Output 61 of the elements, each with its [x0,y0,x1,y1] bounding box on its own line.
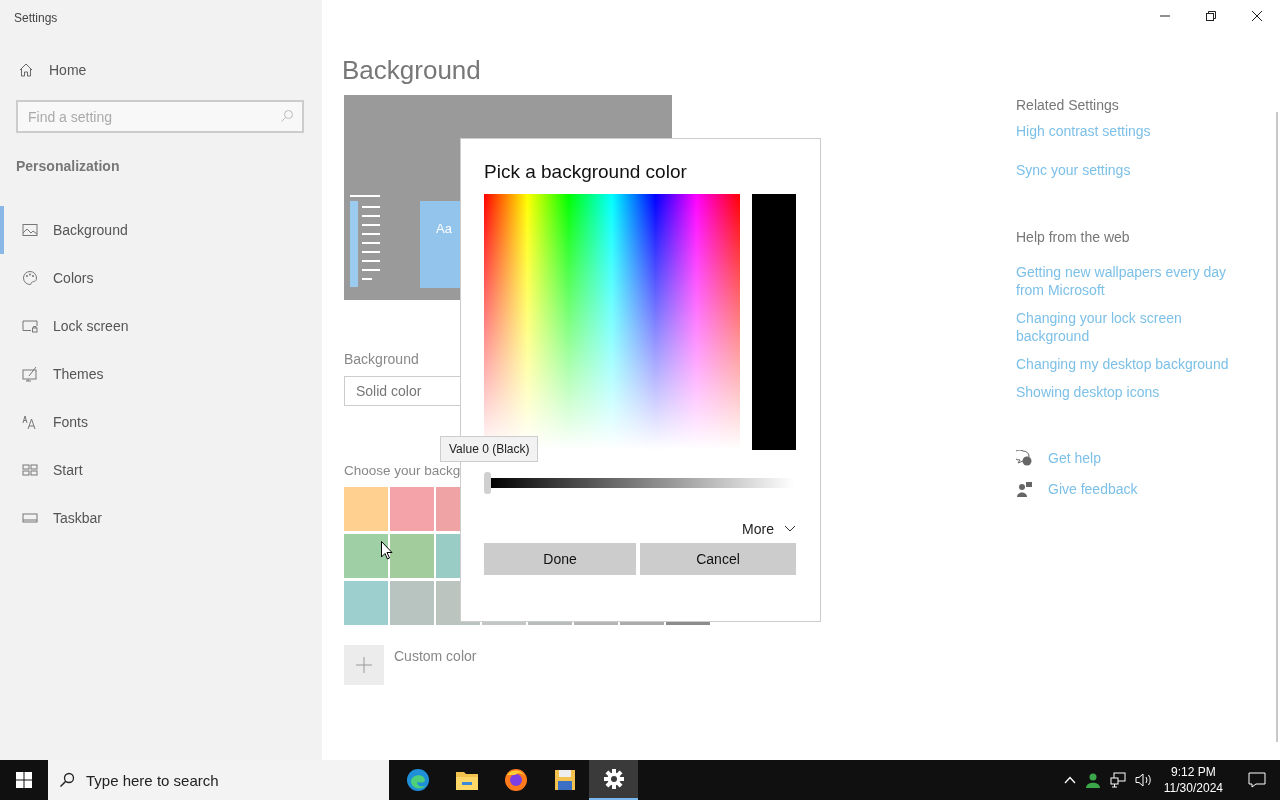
sidebar-item[interactable]: Background [0,206,322,254]
window-title: Settings [13,10,59,27]
lock-screen-icon [22,318,38,334]
start-tiles-icon [22,462,38,478]
tile-text: Aa [436,221,452,236]
sidebar-item[interactable]: Themes [0,350,322,398]
chevron-down-icon [784,525,796,533]
wave-browser-icon [405,768,430,792]
feedback-person-icon [1016,480,1033,498]
sidebar-item[interactable]: Colors [0,254,322,302]
dialog-title: Pick a background color [484,161,687,183]
section-label: Choose your backg [344,463,461,478]
color-swatch[interactable] [344,487,388,531]
windows-logo-icon [16,772,32,788]
color-swatch[interactable] [390,487,434,531]
slider-thumb[interactable] [484,472,491,494]
more-toggle[interactable]: More [742,521,796,537]
taskbar-search-field[interactable]: Type here to search [48,760,389,800]
color-swatch[interactable] [390,534,434,578]
color-swatch[interactable] [344,581,388,625]
field-label: Background [344,351,419,367]
sidebar-item[interactable]: Lock screen [0,302,322,350]
tooltip: Value 0 (Black) [440,436,539,462]
section-heading: Personalization [16,158,121,174]
fonts-icon [22,414,38,430]
notification-icon[interactable] [1248,772,1266,788]
chevron-up-icon[interactable] [1063,776,1076,784]
clock-date[interactable]: 11/30/2024 [1163,780,1223,796]
settings-icon [603,769,624,789]
search-icon [280,109,294,123]
sidebar-item[interactable]: Start [0,446,322,494]
mouse-cursor-icon [381,541,393,560]
sidebar-item[interactable]: Taskbar [0,494,322,542]
section-heading: Related Settings [1016,97,1119,113]
search-field[interactable]: Find a setting [16,100,304,133]
cancel-button[interactable]: Cancel [640,543,796,575]
taskbar-icon [22,510,38,526]
people-icon[interactable] [1084,772,1101,788]
sidebar-item[interactable]: Fonts [0,398,322,446]
home-link[interactable]: Home [18,62,87,78]
add-custom-color-button[interactable] [344,645,384,685]
custom-color-label: Custom color [394,648,477,664]
themes-icon [22,366,38,382]
picture-icon [22,222,38,238]
network-icon[interactable] [1109,772,1126,788]
done-button[interactable]: Done [484,543,636,575]
volume-icon[interactable] [1134,772,1153,788]
taskbar-app-button[interactable] [589,760,638,800]
color-swatch[interactable] [390,581,434,625]
folder-icon [454,769,479,791]
home-icon [18,62,34,78]
fox-globe-icon [503,768,528,792]
chat-help-icon [1016,449,1033,467]
restore-icon [1206,11,1216,21]
color-swatch[interactable] [344,534,388,578]
close-icon [1252,11,1262,21]
plus-icon [356,657,372,673]
palette-icon [22,270,38,286]
clock-time[interactable]: 9:12 PM [1171,764,1216,780]
section-heading: Help from the web [1016,229,1130,245]
page-title: Background [342,54,481,86]
